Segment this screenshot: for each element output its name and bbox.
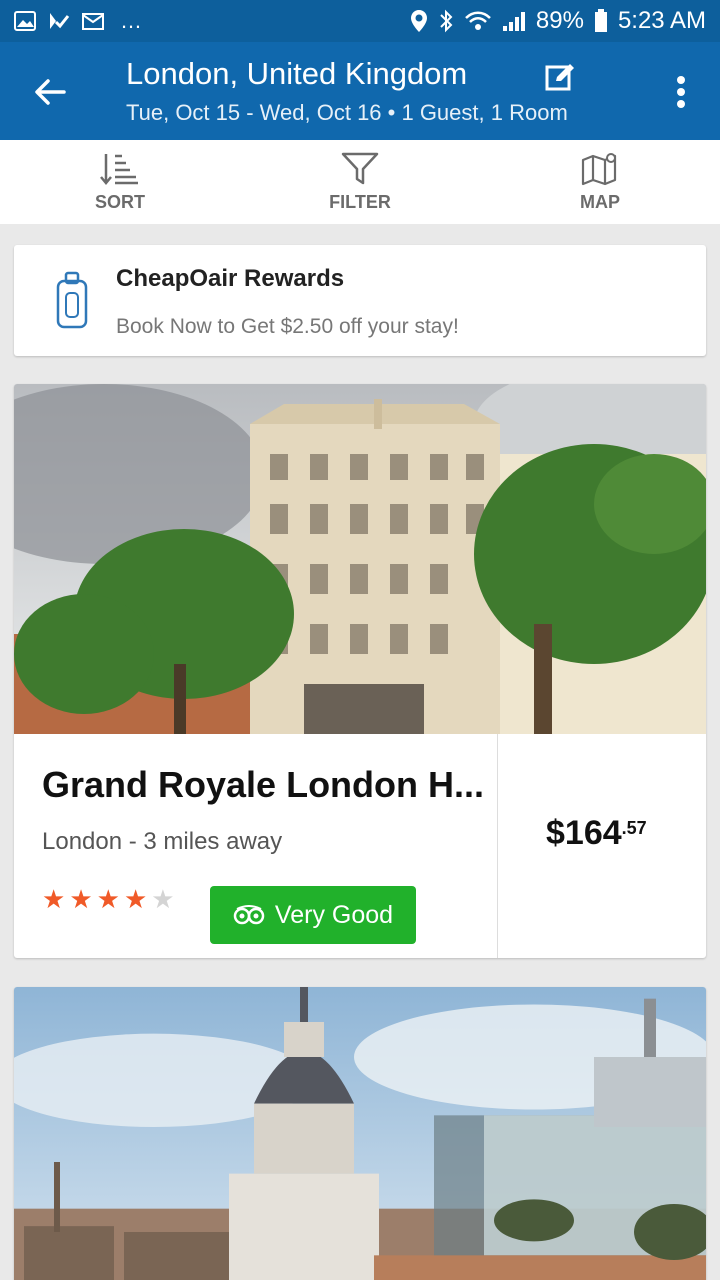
star-icon: ★ (42, 884, 66, 914)
hotel-photo[interactable] (14, 987, 706, 1280)
map-button[interactable]: MAP (480, 140, 720, 224)
sort-button[interactable]: SORT (0, 140, 240, 224)
star-icon: ★ (151, 884, 175, 914)
filter-button[interactable]: FILTER (240, 140, 480, 224)
hotel-info: Grand Royale London H... London - 3 mile… (14, 734, 498, 958)
bluetooth-icon (440, 9, 453, 33)
star-rating: ★ ★ ★ ★ ★ (42, 886, 175, 912)
battery-icon (594, 9, 607, 32)
filter-label: FILTER (329, 191, 391, 212)
rewards-banner[interactable]: CheapOair Rewards Book Now to Get $2.50 … (14, 245, 706, 356)
rewards-title: CheapOair Rewards (116, 265, 345, 292)
results-toolbar: SORT FILTER MAP (0, 140, 720, 224)
hotel-photo[interactable] (14, 384, 706, 734)
gallery-icon (14, 11, 36, 31)
sort-icon (100, 153, 138, 185)
tripadvisor-owl-icon (233, 905, 265, 925)
location-icon (410, 10, 427, 32)
download-check-icon (50, 13, 70, 29)
star-icon: ★ (96, 884, 120, 914)
status-bar: … 89% 5:23 AM (0, 0, 720, 42)
star-icon: ★ (123, 884, 148, 914)
page-title[interactable]: London, United Kingdom (126, 56, 467, 92)
more-vert-icon[interactable] (664, 70, 698, 114)
battery-percent: 89% (535, 7, 584, 34)
search-summary[interactable]: Tue, Oct 15 - Wed, Oct 16 • 1 Guest, 1 R… (126, 100, 568, 126)
wifi-icon (465, 11, 491, 30)
mail-icon (82, 13, 104, 30)
signal-icon (502, 12, 525, 31)
review-label: Very Good (274, 900, 394, 929)
price-dollars: $164 (546, 814, 622, 852)
map-label: MAP (580, 191, 620, 212)
hotel-card[interactable]: Grand Royale London H... London - 3 mile… (14, 384, 706, 958)
hotel-name[interactable]: Grand Royale London H... (42, 764, 484, 806)
suitcase-icon (56, 271, 88, 329)
map-icon (581, 152, 617, 185)
review-badge[interactable]: Very Good (210, 886, 416, 944)
rewards-subtitle: Book Now to Get $2.50 off your stay! (116, 315, 459, 338)
filter-icon (341, 152, 379, 184)
hotel-distance: London - 3 miles away (42, 828, 283, 855)
more-notifications: … (120, 8, 144, 33)
clock: 5:23 AM (617, 7, 706, 34)
hotel-card[interactable] (14, 987, 706, 1280)
star-icon: ★ (69, 884, 93, 914)
edit-icon[interactable] (544, 62, 576, 94)
sort-label: SORT (94, 191, 145, 212)
hotel-price: $164 .57 (546, 814, 647, 853)
price-cents: .57 (621, 818, 647, 838)
app-bar: London, United Kingdom Tue, Oct 15 - Wed… (0, 42, 720, 140)
back-arrow-icon[interactable] (28, 70, 72, 114)
